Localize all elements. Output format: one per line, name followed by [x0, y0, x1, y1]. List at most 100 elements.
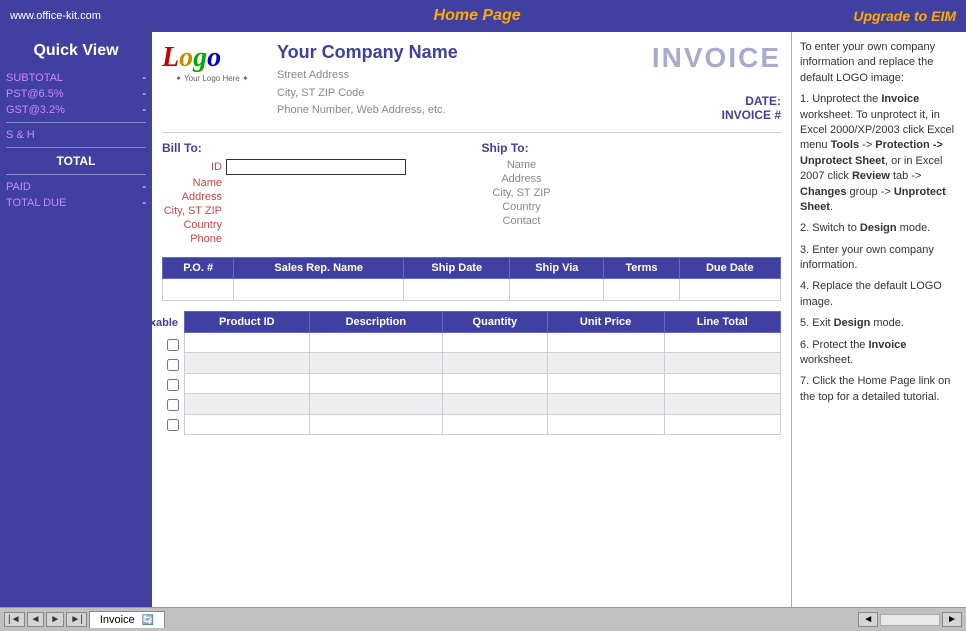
ship-address-row: Address [482, 173, 782, 185]
product-cell-r0-c0[interactable] [185, 333, 310, 353]
product-col-qty: Quantity [443, 312, 548, 333]
ship-name-label: Name [482, 159, 562, 171]
product-cell-r1-c4[interactable] [664, 353, 780, 373]
bill-phone-row: Phone [162, 233, 462, 245]
logo-area: Logo ✦ Your Logo Here ✦ [162, 42, 262, 112]
product-cell-r3-c0[interactable] [185, 394, 310, 414]
taxable-label: Taxable [152, 317, 178, 329]
tab-refresh-icon: 🔄 [142, 615, 154, 626]
gst-value: - [142, 104, 146, 116]
bill-phone-label: Phone [162, 233, 222, 245]
product-cell-r0-c2[interactable] [443, 333, 548, 353]
product-cell-r4-c4[interactable] [664, 414, 780, 434]
po-cell-ship-via[interactable] [510, 279, 604, 301]
taxable-col: Taxable [162, 311, 184, 435]
pst-label: PST@6.5% [6, 88, 64, 100]
po-cell-po[interactable] [163, 279, 234, 301]
sidebar-subtotal: SUBTOTAL - [6, 72, 146, 84]
ship-country-label: Country [482, 201, 562, 213]
bill-to-label: Bill To: [162, 141, 202, 155]
help-step-6: 6. Protect the Invoice worksheet. [800, 338, 958, 369]
ship-country-row: Country [482, 201, 782, 213]
product-cell-r0-c3[interactable] [547, 333, 664, 353]
subtotal-label: SUBTOTAL [6, 72, 63, 84]
tab-nav-next[interactable]: ► [46, 612, 64, 627]
sidebar: Quick View SUBTOTAL - PST@6.5% - GST@3.2… [0, 32, 152, 607]
ship-to-title: Ship To: [482, 141, 782, 155]
product-cell-r1-c1[interactable] [309, 353, 442, 373]
paid-label: PAID [6, 181, 31, 193]
sheet-tab-invoice[interactable]: Invoice 🔄 [89, 611, 165, 628]
home-page-link[interactable]: Home Page [434, 7, 521, 25]
taxable-checkbox-3[interactable] [167, 379, 179, 391]
po-cell-sales[interactable] [234, 279, 404, 301]
product-cell-r2-c0[interactable] [185, 373, 310, 393]
po-col-sales: Sales Rep. Name [234, 258, 404, 279]
product-cell-r0-c1[interactable] [309, 333, 442, 353]
scroll-right-btn[interactable]: ► [942, 612, 962, 627]
scroll-left-btn[interactable]: ◄ [858, 612, 878, 627]
pst-value: - [142, 88, 146, 100]
total-due-value: - [142, 197, 146, 209]
bill-name-row: Name [162, 177, 462, 189]
top-bar: www.office-kit.com Home Page Upgrade to … [0, 0, 966, 32]
bill-country-row: Country [162, 219, 462, 231]
product-cell-r4-c3[interactable] [547, 414, 664, 434]
product-cell-r2-c3[interactable] [547, 373, 664, 393]
bill-address-row: Address [162, 191, 462, 203]
product-table: Product ID Description Quantity Unit Pri… [184, 311, 781, 435]
po-col-terms: Terms [604, 258, 679, 279]
tab-nav-last[interactable]: ►| [66, 612, 87, 627]
total-label: TOTAL [57, 154, 96, 168]
product-cell-r2-c1[interactable] [309, 373, 442, 393]
product-cell-r4-c0[interactable] [185, 414, 310, 434]
sidebar-paid: PAID - [6, 181, 146, 193]
site-url: www.office-kit.com [10, 10, 101, 22]
product-cell-r2-c2[interactable] [443, 373, 548, 393]
scroll-track[interactable] [880, 614, 940, 626]
scroll-area: ◄ ► [858, 612, 962, 627]
date-label: DATE: [745, 94, 781, 108]
po-cell-due-date[interactable] [679, 279, 780, 301]
product-col-desc: Description [309, 312, 442, 333]
product-cell-r4-c1[interactable] [309, 414, 442, 434]
product-section: Taxable [162, 311, 781, 435]
taxable-checkbox-4[interactable] [167, 399, 179, 411]
bill-country-label: Country [162, 219, 222, 231]
taxable-checkbox-1[interactable] [167, 339, 179, 351]
product-cell-r3-c1[interactable] [309, 394, 442, 414]
bill-id-input[interactable] [226, 159, 406, 175]
sidebar-sh: S & H [6, 129, 146, 141]
company-address: Street Address [277, 67, 458, 85]
po-col-due-date: Due Date [679, 258, 780, 279]
product-cell-r3-c4[interactable] [664, 394, 780, 414]
company-info: Your Company Name Street Address City, S… [277, 42, 458, 120]
product-cell-r2-c4[interactable] [664, 373, 780, 393]
table-row [185, 414, 781, 434]
product-cell-r3-c2[interactable] [443, 394, 548, 414]
gst-label: GST@3.2% [6, 104, 65, 116]
divider-3 [6, 174, 146, 175]
tab-nav-first[interactable]: |◄ [4, 612, 25, 627]
product-cell-r0-c4[interactable] [664, 333, 780, 353]
upgrade-link[interactable]: Upgrade to EIM [853, 8, 956, 24]
product-cell-r1-c0[interactable] [185, 353, 310, 373]
product-cell-r1-c3[interactable] [547, 353, 664, 373]
taxable-checkbox-5[interactable] [167, 419, 179, 431]
taxable-checkbox-2[interactable] [167, 359, 179, 371]
po-cell-ship-date[interactable] [404, 279, 510, 301]
product-cell-r4-c2[interactable] [443, 414, 548, 434]
company-city: City, ST ZIP Code [277, 85, 458, 103]
bill-city-label: City, ST ZIP [162, 205, 222, 217]
po-cell-terms[interactable] [604, 279, 679, 301]
po-col-ship-via: Ship Via [510, 258, 604, 279]
product-cell-r3-c3[interactable] [547, 394, 664, 414]
tab-nav-prev[interactable]: ◄ [27, 612, 45, 627]
help-step-2: 2. Switch to Design mode. [800, 221, 958, 236]
ship-address-label: Address [482, 173, 562, 185]
help-panel: To enter your own company information an… [791, 32, 966, 607]
ship-name-row: Name [482, 159, 782, 171]
help-intro: To enter your own company information an… [800, 40, 958, 86]
invoice-num-label: INVOICE # [722, 108, 781, 122]
product-cell-r1-c2[interactable] [443, 353, 548, 373]
